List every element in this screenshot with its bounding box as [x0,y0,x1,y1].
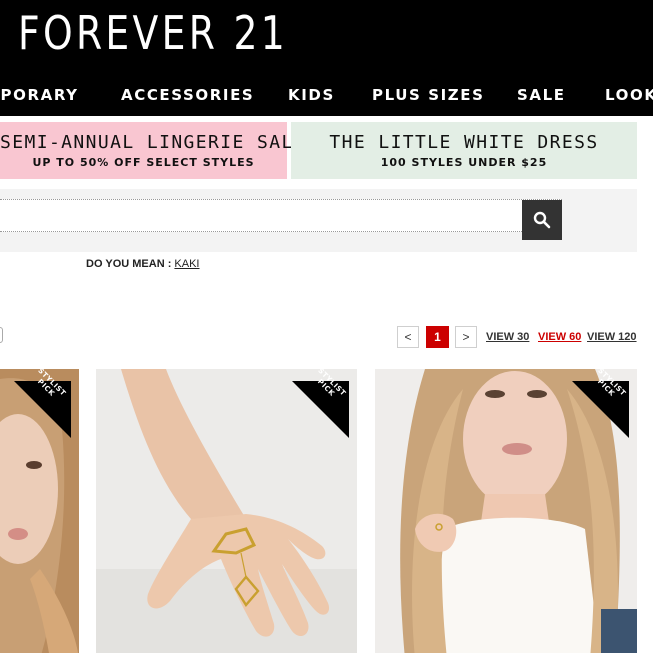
nav-item-look[interactable]: LOOK [605,86,653,104]
nav-item-kids[interactable]: KIDS [288,86,335,104]
suggestion-label: DO YOU MEAN : [86,258,172,270]
search-button[interactable] [522,200,562,240]
search-input[interactable] [0,199,562,232]
pagination-next-button[interactable]: > [455,326,477,348]
main-nav: MPORARY ACCESSORIES KIDS PLUS SIZES SALE… [0,86,653,106]
promo-little-white-dress[interactable]: THE LITTLE WHITE DRESS 100 STYLES UNDER … [291,122,637,179]
search-suggestion: DO YOU MEAN : KAKI [86,258,200,270]
page: FOREVER 21 MPORARY ACCESSORIES KIDS PLUS… [0,0,653,653]
search-bar [0,189,637,252]
nav-item-plus-sizes[interactable]: PLUS SIZES [372,86,485,104]
product-tile[interactable]: STYLIST PICK [375,369,637,653]
site-header: FOREVER 21 MPORARY ACCESSORIES KIDS PLUS… [0,0,653,116]
nav-item-accessories[interactable]: ACCESSORIES [121,86,254,104]
suggestion-link[interactable]: KAKI [174,258,199,270]
nav-item-contemporary[interactable]: MPORARY [0,86,79,104]
promo-title: THE LITTLE WHITE DRESS [329,132,599,153]
search-icon [533,211,551,229]
pagination-prev-button[interactable]: < [397,326,419,348]
promo-subtitle: UP TO 50% OFF SELECT STYLES [32,156,255,169]
nav-item-sale[interactable]: SALE [517,86,566,104]
promo-lingerie-sale[interactable]: SEMI-ANNUAL LINGERIE SALE UP TO 50% OFF … [0,122,306,179]
view-30-link[interactable]: VIEW 30 [486,331,529,343]
product-tile[interactable]: STYLIST PICK [96,369,357,653]
product-tile[interactable]: STYLIST PICK [0,369,79,653]
view-60-link[interactable]: VIEW 60 [538,331,581,343]
promo-title: SEMI-ANNUAL LINGERIE SALE [0,132,306,153]
pagination-current-page[interactable]: 1 [426,326,449,348]
brand-logo[interactable]: FOREVER 21 [18,6,288,60]
view-120-link[interactable]: VIEW 120 [587,331,637,343]
filter-toggle-fragment[interactable] [0,327,3,343]
promo-subtitle: 100 STYLES UNDER $25 [380,156,548,169]
